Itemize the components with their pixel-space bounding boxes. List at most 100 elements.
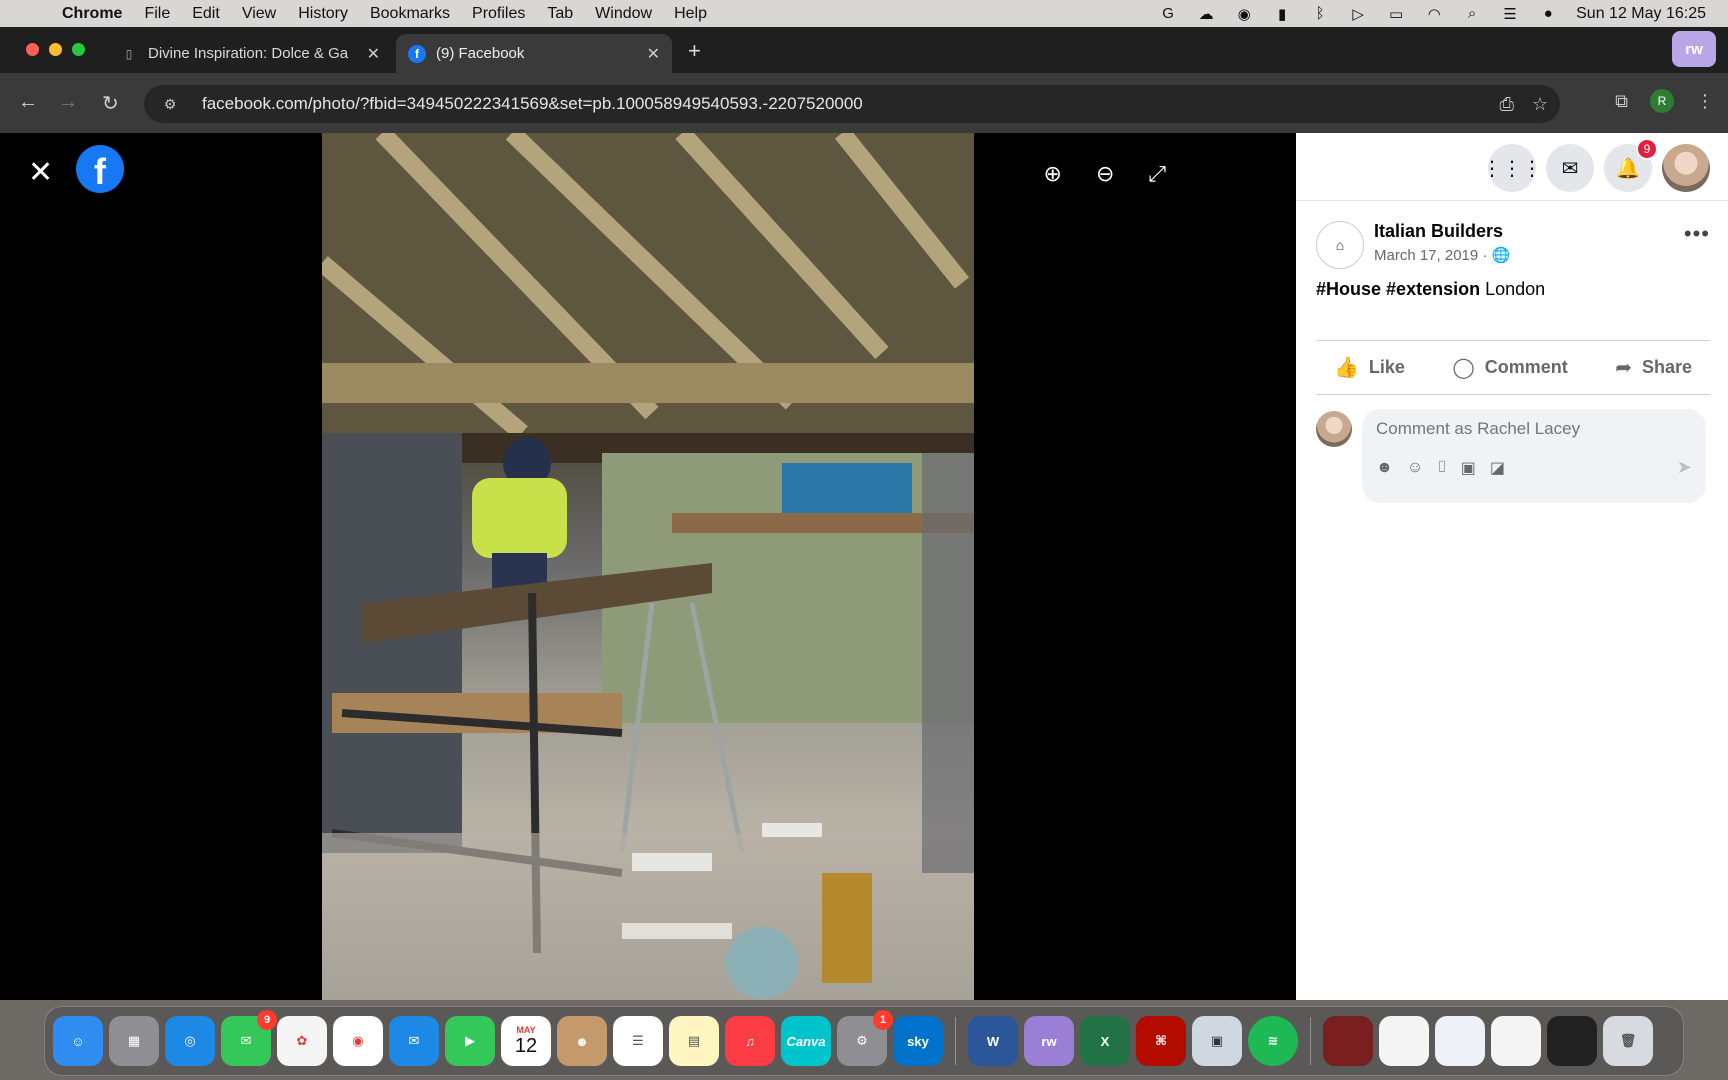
share-button[interactable]: ➦ Share — [1597, 351, 1710, 384]
hashtag-extension-link[interactable]: #extension — [1386, 279, 1480, 299]
siri-icon[interactable]: ● — [1538, 5, 1558, 23]
safari-app-icon[interactable]: ◎ — [165, 1016, 215, 1066]
acrobat-app-icon[interactable]: ⌘ — [1136, 1016, 1186, 1066]
hashtag-house-link[interactable]: #House — [1316, 279, 1381, 299]
sky-go-app-icon[interactable]: sky — [893, 1016, 943, 1066]
commenter-avatar[interactable] — [1316, 411, 1352, 447]
fullscreen-icon[interactable]: ⤢ — [1148, 161, 1166, 187]
bookmark-star-icon[interactable]: ☆ — [1532, 94, 1548, 115]
extensions-puzzle-icon[interactable]: ⧉ — [1615, 91, 1628, 112]
zoom-window-button[interactable] — [72, 43, 85, 56]
gif-icon[interactable]: ▣ — [1461, 458, 1476, 478]
send-icon[interactable]: ➤ — [1677, 457, 1692, 478]
camera-icon[interactable]: ⌷ — [1437, 459, 1447, 477]
recent-document-thumbnail[interactable] — [1491, 1016, 1541, 1066]
recent-screenshot-thumbnail[interactable] — [1547, 1016, 1597, 1066]
menu-window[interactable]: Window — [595, 5, 652, 23]
post-side-panel: ⋮⋮⋮ ✉ 🔔 9 ⌂ Italian Builders March 17, 2… — [1296, 133, 1728, 1000]
grammarly-icon[interactable]: G — [1158, 5, 1178, 23]
recent-document-thumbnail[interactable] — [1435, 1016, 1485, 1066]
minimize-window-button[interactable] — [49, 43, 62, 56]
tab-close-icon[interactable]: ✕ — [367, 44, 380, 64]
menu-view[interactable]: View — [242, 5, 276, 23]
contacts-app-icon[interactable]: ☻ — [557, 1016, 607, 1066]
comment-input[interactable] — [1376, 419, 1692, 439]
profile-avatar-button[interactable]: R — [1650, 89, 1674, 113]
tab-facebook[interactable]: f (9) Facebook ✕ — [396, 34, 672, 73]
browser-tab-bar: ▯ Divine Inspiration: Dolce & Ga ✕ f (9)… — [0, 27, 1728, 73]
back-button[interactable]: ← — [18, 91, 38, 114]
site-info-icon[interactable]: ⚙ — [152, 96, 188, 113]
media-play-icon[interactable]: ▷ — [1348, 5, 1368, 23]
calendar-app-icon[interactable]: MAY 12 — [501, 1016, 551, 1066]
zoom-in-icon[interactable]: ⊕ — [1044, 161, 1062, 187]
word-app-icon[interactable]: W — [968, 1016, 1018, 1066]
preview-app-icon[interactable]: ▣ — [1192, 1016, 1242, 1066]
vpn-icon[interactable]: ◉ — [1234, 5, 1254, 23]
mail-app-icon[interactable]: ✉ — [389, 1016, 439, 1066]
menu-profiles[interactable]: Profiles — [472, 5, 525, 23]
forward-button[interactable]: → — [58, 91, 78, 114]
emoji-icon[interactable]: ☺ — [1407, 459, 1423, 477]
excel-app-icon[interactable]: X — [1080, 1016, 1130, 1066]
more-options-icon[interactable]: ••• — [1684, 221, 1710, 247]
finder-app-icon[interactable]: ☺ — [53, 1016, 103, 1066]
menu-help[interactable]: Help — [674, 5, 707, 23]
notes-app-icon[interactable]: ▤ — [669, 1016, 719, 1066]
menu-edit[interactable]: Edit — [192, 5, 220, 23]
avatar-sticker-icon[interactable]: ☻ — [1376, 459, 1393, 477]
menu-app-name[interactable]: Chrome — [62, 5, 122, 23]
post-date-text[interactable]: March 17, 2019 · — [1374, 247, 1492, 264]
music-app-icon[interactable]: ♫ — [725, 1016, 775, 1066]
photos-app-icon[interactable]: ✿ — [277, 1016, 327, 1066]
spotify-app-icon[interactable]: ≋ — [1248, 1016, 1298, 1066]
close-viewer-button[interactable]: ✕ — [28, 155, 53, 190]
url-text[interactable]: facebook.com/photo/?fbid=349450222341569… — [202, 94, 863, 114]
messenger-icon[interactable]: ✉ — [1546, 144, 1594, 192]
recent-image-thumbnail[interactable] — [1323, 1016, 1373, 1066]
system-settings-app-icon[interactable]: ⚙ 1 — [837, 1010, 893, 1066]
page-name-link[interactable]: Italian Builders — [1374, 221, 1510, 242]
notifications-bell-icon[interactable]: 🔔 9 — [1604, 138, 1658, 192]
battery-icon[interactable]: ▭ — [1386, 5, 1406, 23]
canva-app-icon[interactable]: Canva — [781, 1016, 831, 1066]
post-date[interactable]: March 17, 2019 · 🌐 — [1374, 246, 1510, 264]
menu-grid-icon[interactable]: ⋮⋮⋮ — [1482, 144, 1542, 192]
trash-icon[interactable]: 🗑 — [1603, 1016, 1653, 1066]
chrome-app-icon[interactable]: ◉ — [333, 1016, 383, 1066]
messages-app-icon[interactable]: ✉ 9 — [221, 1010, 277, 1066]
facebook-logo-icon[interactable]: f — [76, 145, 124, 193]
cloud-sync-icon[interactable]: ☁ — [1196, 5, 1216, 23]
launchpad-app-icon[interactable]: ▦ — [109, 1016, 159, 1066]
bluetooth-icon[interactable]: ᛒ — [1310, 5, 1330, 23]
recent-document-thumbnail[interactable] — [1379, 1016, 1429, 1066]
tab-close-icon[interactable]: ✕ — [647, 44, 660, 64]
rw-extension-button[interactable]: rw — [1672, 31, 1716, 67]
menu-file[interactable]: File — [144, 5, 170, 23]
close-window-button[interactable] — [26, 43, 39, 56]
chrome-menu-icon[interactable]: ⋮ — [1696, 91, 1714, 112]
sticker-icon[interactable]: ◪ — [1490, 458, 1505, 478]
page-avatar[interactable]: ⌂ — [1316, 221, 1364, 269]
facetime-app-icon[interactable]: ▶ — [445, 1016, 495, 1066]
control-center-icon[interactable]: ☰ — [1500, 5, 1520, 23]
menu-history[interactable]: History — [298, 5, 348, 23]
like-button[interactable]: 👍 Like — [1316, 351, 1423, 384]
new-tab-button[interactable]: + — [688, 38, 701, 64]
photo-viewer: ✕ f ⊕ ⊖ ⤢ — [0, 133, 1296, 1000]
menu-bookmarks[interactable]: Bookmarks — [370, 5, 450, 23]
install-app-icon[interactable]: ⎙ — [1499, 94, 1513, 115]
menu-tab[interactable]: Tab — [547, 5, 573, 23]
reload-button[interactable]: ↻ — [102, 91, 119, 116]
address-bar[interactable]: ⚙ facebook.com/photo/?fbid=3494502223415… — [144, 85, 1560, 123]
spotlight-search-icon[interactable]: ⌕ — [1462, 5, 1482, 23]
account-avatar[interactable] — [1662, 144, 1710, 192]
menu-bar-clock[interactable]: Sun 12 May 16:25 — [1576, 5, 1706, 23]
wifi-icon[interactable]: ◠ — [1424, 5, 1444, 23]
shortcut-icon[interactable]: ▮ — [1272, 5, 1292, 23]
comment-button[interactable]: ◯ Comment — [1434, 351, 1585, 384]
tab-divine-inspiration[interactable]: ▯ Divine Inspiration: Dolce & Ga ✕ — [108, 34, 392, 73]
zoom-out-icon[interactable]: ⊖ — [1096, 161, 1114, 187]
rw-app-icon[interactable]: rw — [1024, 1016, 1074, 1066]
reminders-app-icon[interactable]: ☰ — [613, 1016, 663, 1066]
